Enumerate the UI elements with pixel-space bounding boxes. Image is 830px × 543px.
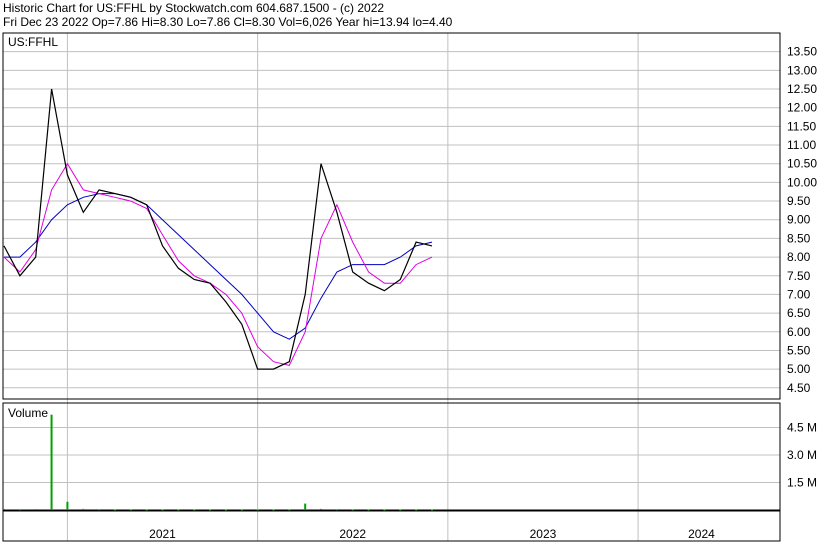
volume-bar — [367, 509, 370, 511]
price-tick-label: 7.50 — [787, 269, 811, 283]
x-axis-panel-frame — [2, 510, 781, 542]
volume-bar — [3, 508, 5, 510]
volume-bar — [399, 509, 402, 511]
time-tick-label: 2024 — [688, 527, 715, 541]
price-tick-label: 6.00 — [787, 325, 811, 339]
volume-bar — [431, 509, 433, 511]
volume-panel-frame — [2, 402, 781, 511]
volume-tick-label: 4.5 M — [787, 421, 817, 435]
price-panel-frame — [2, 32, 781, 400]
volume-bar — [320, 508, 323, 510]
volume-bar — [288, 509, 291, 511]
volume-bar — [66, 501, 69, 510]
price-tick-label: 8.50 — [787, 231, 811, 245]
price-tick-label: 4.50 — [787, 381, 811, 395]
volume-bar — [415, 509, 418, 511]
price-panel-title: US:FFHL — [8, 35, 58, 49]
volume-bar — [224, 509, 227, 511]
volume-bar — [145, 509, 148, 511]
long-moving-average-line — [4, 193, 433, 340]
volume-bar — [161, 509, 164, 511]
price-tick-label: 11.50 — [787, 119, 816, 133]
volume-bar — [209, 509, 212, 511]
price-line — [3, 88, 433, 370]
volume-bar — [113, 509, 116, 511]
price-tick-label: 11.00 — [787, 138, 816, 152]
time-tick-label: 2021 — [149, 527, 176, 541]
volume-bar — [18, 509, 21, 511]
time-tick-label: 2023 — [530, 527, 557, 541]
volume-bar — [351, 509, 354, 511]
price-tick-label: 10.00 — [787, 175, 817, 189]
chart-grid — [3, 33, 780, 541]
time-tick-label: 2022 — [339, 527, 366, 541]
price-tick-label: 13.00 — [787, 63, 817, 77]
price-axis: 13.50 13.00 12.50 12.00 11.50 11.00 10.50 10.00… — [787, 45, 817, 395]
volume-bar — [50, 414, 53, 510]
price-tick-label: 8.00 — [787, 250, 811, 264]
volume-bar — [82, 508, 85, 510]
volume-axis: 4.5 M 3.0 M 1.5 M — [787, 421, 817, 490]
volume-bar — [129, 509, 132, 511]
volume-bar — [304, 503, 307, 510]
volume-panel-title: Volume — [8, 406, 48, 420]
volume-bar — [177, 509, 180, 511]
volume-bar — [34, 509, 37, 511]
volume-tick-label: 3.0 M — [787, 448, 817, 462]
price-tick-label: 9.00 — [787, 213, 811, 227]
volume-bar — [272, 509, 275, 511]
time-axis: 2021 2022 2023 2024 — [149, 527, 715, 541]
price-tick-label: 7.00 — [787, 287, 811, 301]
price-tick-label: 13.50 — [787, 45, 817, 59]
volume-bar — [98, 509, 101, 511]
volume-bar — [383, 509, 386, 511]
price-tick-label: 6.50 — [787, 306, 811, 320]
price-tick-label: 12.50 — [787, 82, 817, 96]
volume-bar — [335, 509, 338, 511]
volume-tick-label: 1.5 M — [787, 476, 817, 490]
volume-bar — [240, 509, 243, 511]
volume-bar — [256, 509, 259, 511]
price-tick-label: 5.00 — [787, 362, 811, 376]
price-tick-label: 5.50 — [787, 343, 811, 357]
volume-bar — [193, 509, 196, 511]
stock-chart: US:FFHL Volume 13.50 13.00 12.50 12.00 11.50… — [2, 32, 817, 542]
price-tick-label: 10.50 — [787, 157, 817, 171]
price-tick-label: 12.00 — [787, 101, 817, 115]
price-series — [3, 88, 433, 370]
long-ma-series — [4, 193, 433, 340]
price-tick-label: 9.50 — [787, 194, 811, 208]
